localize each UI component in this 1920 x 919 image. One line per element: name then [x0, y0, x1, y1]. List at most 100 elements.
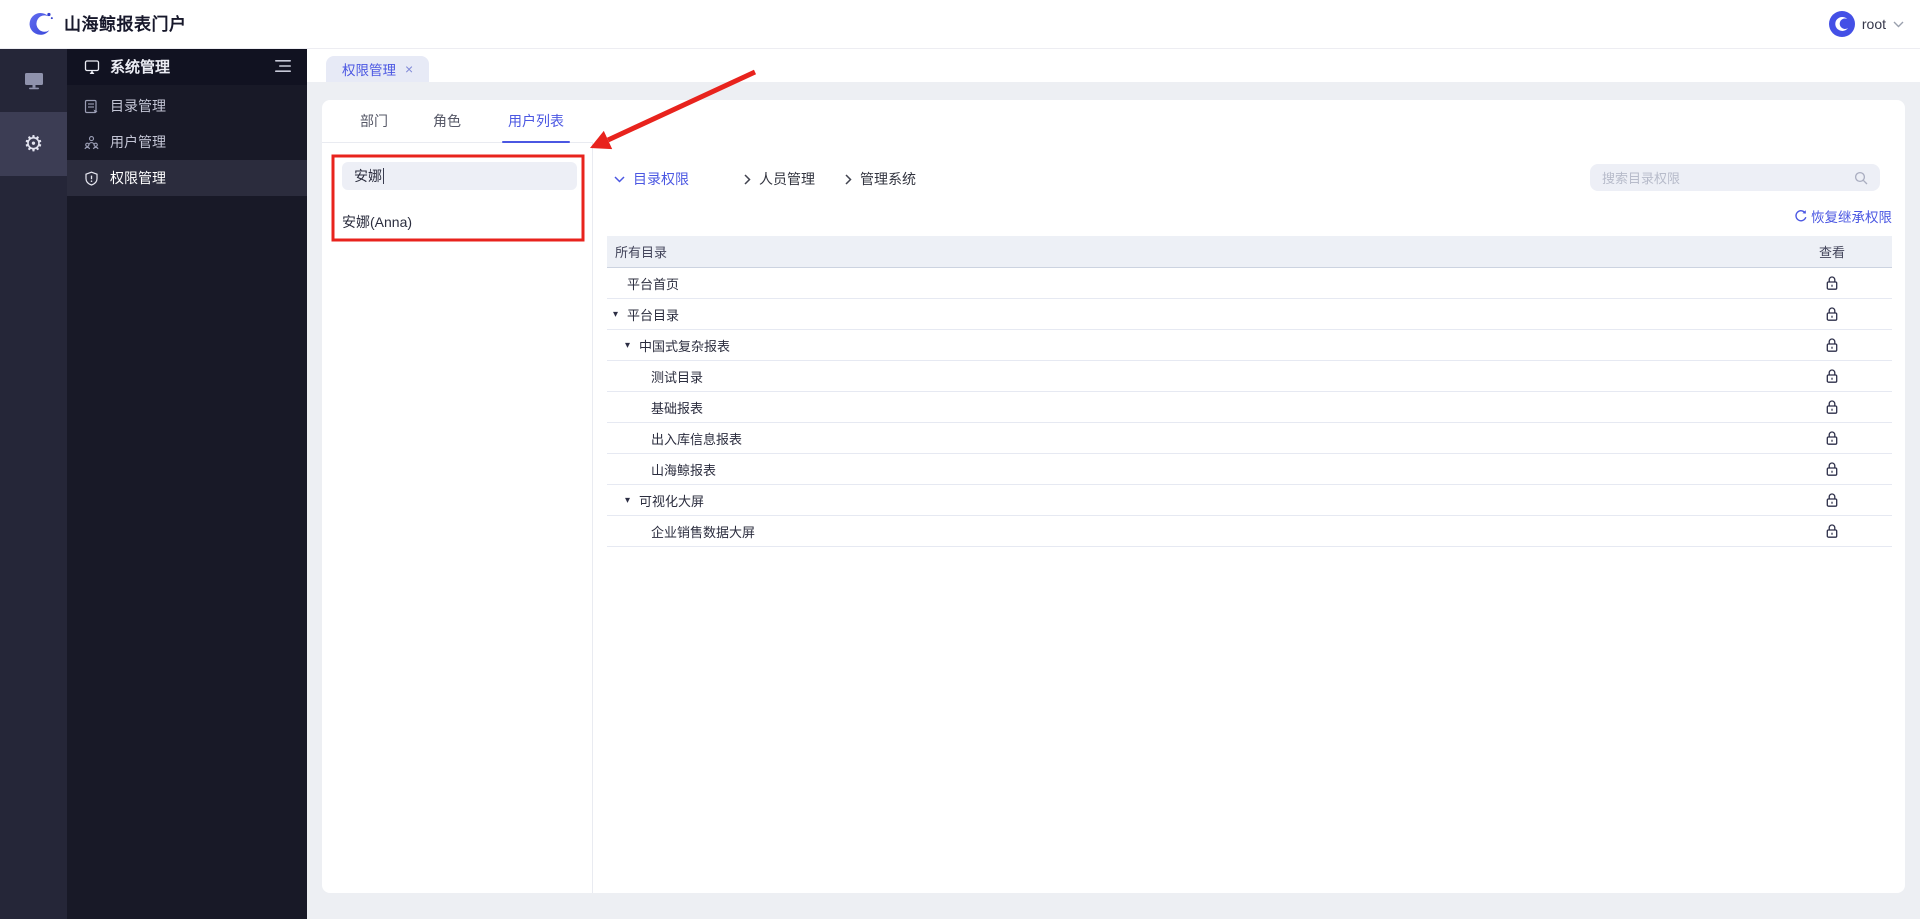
- expand-caret-icon[interactable]: ▾: [625, 495, 639, 506]
- directory-name: 基础报表: [651, 400, 704, 416]
- monitor-icon: [24, 72, 43, 89]
- lock-icon[interactable]: [1825, 368, 1839, 384]
- chevron-right-icon: [744, 173, 751, 185]
- table-row[interactable]: ▾ 山海鲸报表: [607, 454, 1892, 485]
- section-management-system[interactable]: 管理系统: [845, 169, 916, 189]
- view-cell: [1772, 368, 1892, 384]
- lock-icon[interactable]: [1825, 399, 1839, 415]
- chevron-right-icon: [845, 173, 852, 185]
- table-row[interactable]: ▾ 企业销售数据大屏: [607, 516, 1892, 547]
- directory-cell: ▾ 企业销售数据大屏: [607, 522, 1772, 541]
- view-cell: [1772, 399, 1892, 415]
- lock-icon[interactable]: [1825, 430, 1839, 446]
- directory-cell: ▾ 中国式复杂报表: [607, 336, 1772, 355]
- directory-cell: ▾ 基础报表: [607, 398, 1772, 417]
- shield-icon: [85, 171, 98, 186]
- users-icon: [84, 135, 99, 149]
- view-cell: [1772, 275, 1892, 291]
- sidebar-item-label: 用户管理: [110, 134, 166, 150]
- search-placeholder: 搜索目录权限: [1602, 171, 1681, 186]
- column-divider: [592, 142, 593, 893]
- column-view: 查看: [1818, 245, 1845, 260]
- doc-tab-permission[interactable]: 权限管理 ×: [326, 56, 430, 82]
- rail-item-settings[interactable]: ⚙: [0, 112, 67, 176]
- table-body: ▾ 平台首页 ▾ 平台目录: [607, 268, 1892, 547]
- user-search-input[interactable]: 安娜: [342, 162, 577, 190]
- view-cell: [1772, 461, 1892, 477]
- close-icon[interactable]: ×: [405, 62, 413, 76]
- table-row[interactable]: ▾ 平台目录: [607, 299, 1892, 330]
- rail-item-dashboard[interactable]: [0, 48, 67, 112]
- lock-icon[interactable]: [1825, 461, 1839, 477]
- expand-caret-icon[interactable]: ▾: [613, 309, 627, 320]
- sidebar: 系统管理 目录管理 用户管理 权限管理: [67, 48, 307, 919]
- sidebar-items: 目录管理 用户管理 权限管理: [67, 85, 307, 196]
- sidebar-item-user-mgmt[interactable]: 用户管理: [67, 124, 307, 160]
- tab-user-list[interactable]: 用户列表: [508, 100, 564, 142]
- refresh-icon: [1795, 210, 1807, 222]
- lock-icon[interactable]: [1825, 337, 1839, 353]
- directory-cell: ▾ 平台目录: [607, 305, 1772, 324]
- directory-name: 平台首页: [627, 276, 680, 292]
- chevron-down-icon: [1893, 21, 1904, 27]
- restore-inherited-permission-link[interactable]: 恢复继承权限: [1740, 206, 1892, 226]
- doc-tab-label: 权限管理: [342, 63, 396, 78]
- table-row[interactable]: ▾ 测试目录: [607, 361, 1892, 392]
- lock-icon[interactable]: [1825, 492, 1839, 508]
- active-tab-indicator: [502, 141, 570, 143]
- table-row[interactable]: ▾ 可视化大屏: [607, 485, 1892, 516]
- directory-cell: ▾ 测试目录: [607, 367, 1772, 386]
- expand-caret-icon[interactable]: ▾: [625, 340, 639, 351]
- app-title: 山海鲸报表门户: [64, 15, 187, 34]
- text-cursor: [383, 168, 384, 184]
- sidebar-item-permission-mgmt[interactable]: 权限管理: [67, 160, 307, 196]
- table-row[interactable]: ▾ 出入库信息报表: [607, 423, 1892, 454]
- tab-role[interactable]: 角色: [433, 100, 461, 142]
- sidebar-item-label: 目录管理: [110, 98, 166, 114]
- user-list-item[interactable]: 安娜(Anna): [342, 212, 412, 232]
- gear-icon: ⚙: [23, 131, 44, 156]
- view-cell: [1772, 337, 1892, 353]
- table-header-row: 所有目录 查看: [607, 236, 1892, 268]
- avatar: [1828, 11, 1855, 37]
- system-screen-icon: [84, 59, 100, 74]
- sidebar-header: 系统管理: [67, 48, 307, 85]
- user-menu[interactable]: root: [1828, 0, 1904, 48]
- sidebar-item-directory-mgmt[interactable]: 目录管理: [67, 88, 307, 124]
- app-logo-icon: [29, 12, 53, 35]
- topbar: 山海鲸报表门户 root: [0, 0, 1920, 49]
- username-label: root: [1861, 16, 1886, 32]
- directory-name: 可视化大屏: [639, 493, 705, 509]
- table-row[interactable]: ▾ 中国式复杂报表: [607, 330, 1892, 361]
- directory-name: 出入库信息报表: [651, 431, 743, 447]
- view-cell: [1772, 523, 1892, 539]
- section-directory-permission[interactable]: 目录权限: [614, 169, 689, 189]
- view-cell: [1772, 430, 1892, 446]
- directory-name: 企业销售数据大屏: [651, 524, 756, 540]
- directory-cell: ▾ 平台首页: [607, 274, 1772, 293]
- table-row[interactable]: ▾ 基础报表: [607, 392, 1892, 423]
- directory-name: 中国式复杂报表: [639, 338, 731, 354]
- icon-rail: ⚙: [0, 48, 67, 919]
- app-window: 山海鲸报表门户 root ⚙ 系统管理 目录管理 用户管理 权限管理 权限管理 …: [0, 0, 1920, 919]
- view-cell: [1772, 492, 1892, 508]
- tab-department[interactable]: 部门: [360, 100, 388, 142]
- restore-label: 恢复继承权限: [1811, 210, 1892, 225]
- directory-cell: ▾ 可视化大屏: [607, 491, 1772, 510]
- sidebar-item-label: 权限管理: [110, 170, 166, 186]
- lock-icon[interactable]: [1825, 523, 1839, 539]
- document-icon: [84, 99, 98, 113]
- lock-icon[interactable]: [1825, 275, 1839, 291]
- chevron-down-icon: [614, 175, 625, 183]
- collapse-menu-icon[interactable]: [275, 59, 292, 73]
- directory-cell: ▾ 出入库信息报表: [607, 429, 1772, 448]
- section-personnel-mgmt[interactable]: 人员管理: [744, 169, 815, 189]
- lock-icon[interactable]: [1825, 306, 1839, 322]
- user-search-value: 安娜: [354, 168, 382, 184]
- directory-name: 平台目录: [627, 307, 680, 323]
- directory-name: 山海鲸报表: [651, 462, 717, 478]
- column-all-directories: 所有目录: [615, 245, 668, 260]
- permission-search-input[interactable]: 搜索目录权限: [1590, 164, 1880, 191]
- tabstrip: 权限管理 ×: [307, 48, 1920, 82]
- table-row[interactable]: ▾ 平台首页: [607, 268, 1892, 299]
